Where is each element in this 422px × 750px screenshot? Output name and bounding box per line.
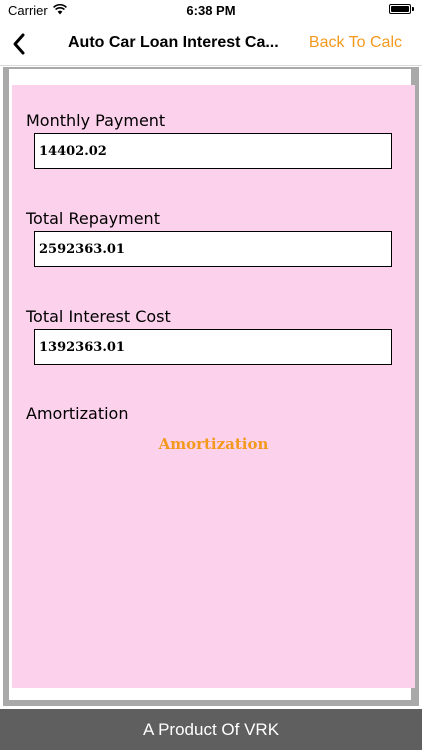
status-time: 6:38 PM xyxy=(186,3,236,18)
monthly-payment-field[interactable]: 14402.02 xyxy=(34,133,392,169)
footer: A Product Of VRK xyxy=(0,709,422,750)
total-interest-field[interactable]: 1392363.01 xyxy=(34,329,392,365)
amortization-label: Amortization xyxy=(26,404,129,423)
status-bar: Carrier 6:38 PM xyxy=(0,0,422,22)
amortization-button[interactable]: Amortization xyxy=(12,435,415,453)
results-panel: Monthly Payment 14402.02 Total Repayment… xyxy=(12,85,415,688)
total-repayment-label: Total Repayment xyxy=(26,209,160,228)
total-interest-label: Total Interest Cost xyxy=(26,307,171,326)
footer-text: A Product Of VRK xyxy=(142,719,280,739)
total-repayment-field[interactable]: 2592363.01 xyxy=(34,231,392,267)
chevron-left-icon[interactable] xyxy=(8,30,32,58)
results-frame: Monthly Payment 14402.02 Total Repayment… xyxy=(3,67,419,706)
monthly-payment-label: Monthly Payment xyxy=(26,111,166,130)
back-to-calc-button[interactable]: Back To Calc xyxy=(309,34,402,52)
navigation-bar: Auto Car Loan Interest Ca... Back To Cal… xyxy=(0,22,422,66)
battery-icon xyxy=(389,4,414,14)
page-title: Auto Car Loan Interest Ca... xyxy=(68,34,279,51)
